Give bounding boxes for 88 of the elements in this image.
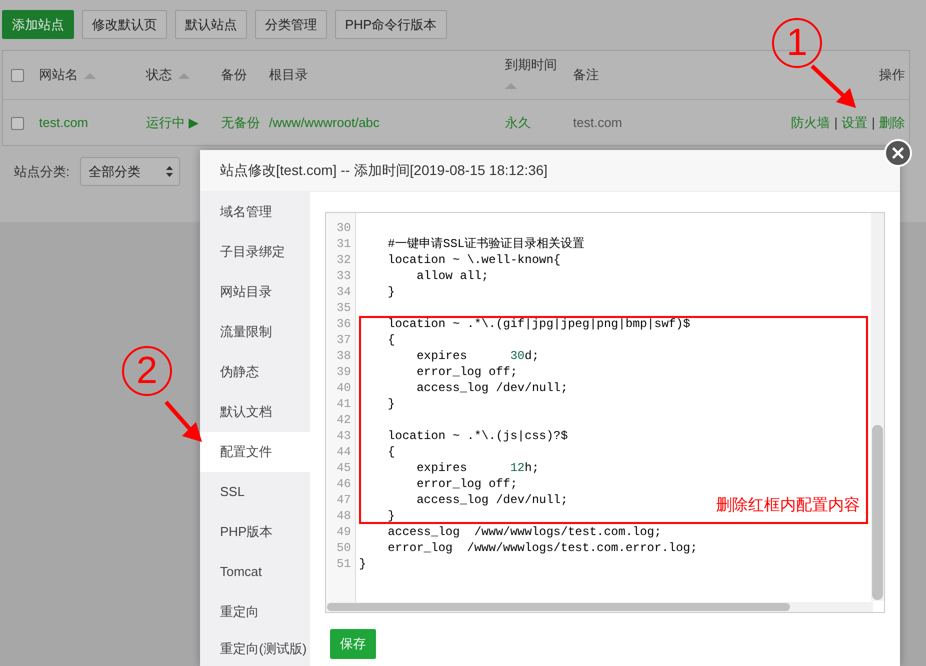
sort-icon[interactable]: [84, 72, 96, 79]
column-header: 根目录: [269, 67, 308, 82]
arrow: [810, 64, 856, 108]
line-number: 38: [336, 348, 352, 364]
line-number: 48: [336, 508, 352, 524]
code-line: }: [359, 556, 366, 572]
category-select[interactable]: 全部分类: [80, 157, 180, 186]
code-line: access_log /dev/null;: [416, 492, 568, 508]
code-line: allow all;: [416, 268, 489, 284]
code-line: error_log off;: [416, 476, 518, 492]
code-line: }: [386, 284, 396, 300]
toolbar-button[interactable]: 分类管理: [255, 10, 327, 39]
filter-label: 站点分类:: [14, 162, 70, 181]
sidebar-item[interactable]: 子目录绑定: [200, 232, 310, 272]
arrow: [164, 400, 202, 442]
dialog-title: 站点修改[test.com] -- 添加时间[2019-08-15 18:12:36]: [200, 150, 900, 192]
separator-text: |: [834, 114, 838, 130]
code-editor[interactable]: [325, 212, 885, 613]
toolbar-button[interactable]: 默认站点: [175, 10, 247, 39]
column-header: 备份: [221, 67, 247, 82]
line-number: 46: [336, 476, 352, 492]
toolbar-button[interactable]: PHP命令行版本: [335, 10, 447, 39]
separator-text: |: [872, 114, 875, 130]
close-icon: [892, 147, 904, 159]
line-number: 35: [336, 300, 352, 316]
updown-caret-icon: [166, 166, 173, 177]
column-header[interactable]: 到期时间: [505, 57, 565, 73]
checkbox[interactable]: [11, 116, 24, 130]
code-line: #一键申请SSL证书验证目录相关设置: [386, 236, 585, 252]
code-line: access_log /dev/null;: [416, 380, 568, 396]
sidebar-item[interactable]: 重定向(测试版): [200, 632, 310, 666]
sidebar-item[interactable]: PHP版本: [200, 512, 310, 552]
step-number-circle: 1: [772, 18, 822, 68]
line-number: 36: [336, 316, 352, 332]
sidebar-item[interactable]: 域名管理: [200, 192, 310, 232]
line-number: 30: [336, 220, 352, 236]
sidebar-item[interactable]: 配置文件: [200, 432, 310, 472]
line-number: 43: [336, 428, 352, 444]
sidebar-item[interactable]: 网站目录: [200, 272, 310, 312]
code-line: error_log off;: [416, 364, 518, 380]
code-line: access_log /www/wwwlogs/test.com.log;: [386, 524, 662, 540]
line-number: 44: [336, 444, 352, 460]
scrollbar-thumb[interactable]: [327, 603, 790, 611]
line-number: 31: [336, 236, 352, 252]
sidebar-item[interactable]: 流量限制: [200, 312, 310, 352]
note-text: test.com: [573, 114, 622, 130]
code-line: expires 12h;: [416, 460, 540, 476]
toolbar-button[interactable]: 添加站点: [2, 10, 74, 39]
code-line: location ~ .*\.(js|css)?$: [386, 428, 568, 444]
code-line: location ~ .*\.(gif|jpg|jpeg|png|bmp|swf)$: [386, 316, 690, 332]
sort-icon[interactable]: [178, 72, 190, 79]
code-line: location ~ \.well-known{: [386, 252, 561, 268]
scrollbar-thumb[interactable]: [872, 425, 883, 600]
line-number: 51: [336, 556, 352, 572]
step-number-circle: 2: [122, 346, 172, 396]
line-number: 37: [336, 332, 352, 348]
sidebar-item[interactable]: Tomcat: [200, 552, 310, 592]
sidebar-item[interactable]: 伪静态: [200, 352, 310, 392]
line-number: 47: [336, 492, 352, 508]
line-number: 40: [336, 380, 352, 396]
line-number: 33: [336, 268, 352, 284]
horizontal-scrollbar[interactable]: [326, 602, 873, 612]
line-number: 49: [336, 524, 352, 540]
sort-icon[interactable]: [505, 82, 517, 89]
checkbox[interactable]: [11, 69, 24, 82]
sidebar-item[interactable]: 重定向: [200, 592, 310, 632]
code-line: {: [386, 444, 396, 460]
line-number: 39: [336, 364, 352, 380]
line-number: 42: [336, 412, 352, 428]
code-line: }: [386, 508, 396, 524]
sidebar-item[interactable]: 默认文档: [200, 392, 310, 432]
column-header: 操作: [879, 67, 905, 82]
code-line: {: [386, 332, 396, 348]
line-number: 32: [336, 252, 352, 268]
line-number: 41: [336, 396, 352, 412]
column-header[interactable]: 网站名: [39, 67, 78, 82]
line-number: 50: [336, 540, 352, 556]
code-line: error_log /www/wwwlogs/test.com.error.log;: [386, 540, 698, 556]
column-header[interactable]: 状态: [146, 67, 172, 82]
code-line: }: [386, 396, 396, 412]
annotation-text: 删除红框内配置内容: [716, 496, 860, 516]
sidebar-item[interactable]: SSL: [200, 472, 310, 512]
line-number: 34: [336, 284, 352, 300]
vertical-scrollbar[interactable]: [871, 213, 884, 601]
code-line: expires 30d;: [416, 348, 540, 364]
column-header: 备注: [573, 67, 599, 82]
toolbar-button[interactable]: 修改默认页: [82, 10, 167, 39]
line-number: 45: [336, 460, 352, 476]
